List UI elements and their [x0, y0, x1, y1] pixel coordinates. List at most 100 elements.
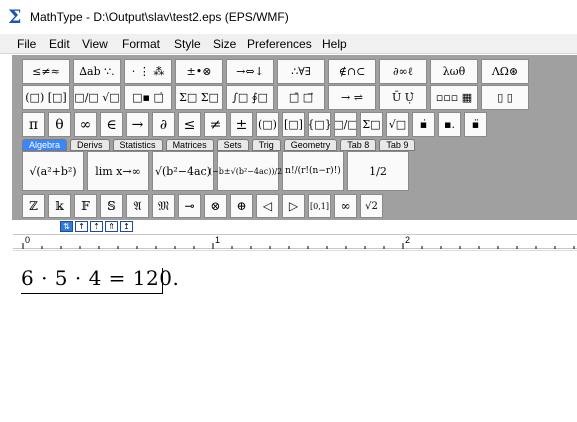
- greek-lowercase-palette[interactable]: λωθ: [430, 59, 478, 84]
- operator-symbols-palette[interactable]: ±•⊗: [175, 59, 223, 84]
- arrow-symbols-palette[interactable]: →⇔↓: [226, 59, 274, 84]
- fraktur-a-button[interactable]: 𝔄: [126, 194, 149, 218]
- menu-bar: File Edit View Format Style Size Prefere…: [0, 34, 577, 54]
- toolbar-row-1: ≤≠≈ ∆ab ∵. ⋅ ⋮ ⁂ ±•⊗ →⇔↓ ∴∀∃ ∉∩⊂ ∂∞ℓ λωθ…: [22, 59, 529, 84]
- misc-symbols-palette[interactable]: ∂∞ℓ: [379, 59, 427, 84]
- ruler-mark-0: 0: [25, 235, 31, 245]
- fraction-button[interactable]: □/□: [334, 112, 357, 137]
- right-arrow-button[interactable]: →: [126, 112, 149, 137]
- double-struck-k-button[interactable]: 𝕜: [48, 194, 71, 218]
- fraction-radical-palette[interactable]: □/□ √□: [73, 85, 121, 110]
- set-theory-palette[interactable]: ∉∩⊂: [328, 59, 376, 84]
- nudge-button-2[interactable]: ↑: [75, 221, 88, 232]
- tab-9[interactable]: Tab 9: [379, 139, 416, 151]
- products-set-theory-palette[interactable]: Ū Ụ̇: [379, 85, 427, 110]
- spaces-ellipses-palette[interactable]: ∆ab ∵.: [73, 59, 121, 84]
- double-struck-s-button[interactable]: 𝕊: [100, 194, 123, 218]
- insertion-caret: [162, 268, 163, 294]
- subscript-superscript-palette[interactable]: □▪ □̇: [124, 85, 172, 110]
- underbar-overbar-palette[interactable]: □̄ □⃗: [277, 85, 325, 110]
- parentheses-button[interactable]: (□): [256, 112, 279, 137]
- logical-symbols-palette[interactable]: ∴∀∃: [277, 59, 325, 84]
- tab-algebra[interactable]: Algebra: [22, 139, 68, 151]
- infinity-button[interactable]: ∞: [74, 112, 97, 137]
- palette-tabs: Algebra Derivs Statistics Matrices Sets …: [22, 139, 416, 151]
- menu-style[interactable]: Style: [174, 37, 201, 51]
- toolbar-row-3: π θ ∞ ∈ → ∂ ≤ ≠ ± (□) [□] {□} □/□ Σ□ √□ …: [22, 112, 487, 137]
- title-bar: Σ MathType - D:\Output\slav\test2.eps (E…: [0, 0, 577, 34]
- menu-format[interactable]: Format: [122, 37, 160, 51]
- toolbar-row-2: (□) [□] □/□ √□ □▪ □̇ Σ□ Σ□ ∫□ ∮□ □̄ □⃗ →…: [22, 85, 529, 110]
- fraktur-m-button[interactable]: 𝔐: [152, 194, 175, 218]
- ruler[interactable]: 0 1 2: [13, 234, 577, 249]
- selection-underline: [21, 293, 162, 294]
- left-triangle-button[interactable]: ◁: [256, 194, 279, 218]
- template-discriminant[interactable]: √(b²−4ac): [152, 151, 214, 191]
- double-struck-z-button[interactable]: ℤ: [22, 194, 45, 218]
- template-pythagoras[interactable]: √(a²+b²): [22, 151, 84, 191]
- summation-palette[interactable]: Σ□ Σ□: [175, 85, 223, 110]
- right-triangle-button[interactable]: ▷: [282, 194, 305, 218]
- relational-symbols-palette[interactable]: ≤≠≈: [22, 59, 70, 84]
- theta-button[interactable]: θ: [48, 112, 71, 137]
- tab-derivs[interactable]: Derivs: [70, 139, 110, 151]
- menu-preferences[interactable]: Preferences: [247, 37, 312, 51]
- sub-superscript-button[interactable]: ▪̈: [464, 112, 487, 137]
- menu-size[interactable]: Size: [213, 37, 236, 51]
- fence-templates-palette[interactable]: (□) [□]: [22, 85, 70, 110]
- template-limit[interactable]: lim x→∞: [87, 151, 149, 191]
- double-struck-f-button[interactable]: 𝔽: [74, 194, 97, 218]
- labeled-arrow-palette[interactable]: → ⇌: [328, 85, 376, 110]
- circled-times-button[interactable]: ⊗: [204, 194, 227, 218]
- ruler-ticks: [22, 243, 575, 249]
- subscript-button[interactable]: ▪.: [438, 112, 461, 137]
- multimap-button[interactable]: ⊸: [178, 194, 201, 218]
- nudge-button-4[interactable]: ⇑: [105, 221, 118, 232]
- equation-text[interactable]: 6 · 5 · 4 = 120.: [21, 266, 179, 290]
- tab-8[interactable]: Tab 8: [340, 139, 377, 151]
- tab-statistics[interactable]: Statistics: [112, 139, 163, 151]
- not-equal-button[interactable]: ≠: [204, 112, 227, 137]
- matrix-templates-palette[interactable]: ▫▫▫ ▦: [430, 85, 478, 110]
- less-equal-button[interactable]: ≤: [178, 112, 201, 137]
- sum-button[interactable]: Σ□: [360, 112, 383, 137]
- menu-edit[interactable]: Edit: [49, 37, 70, 51]
- interval-button[interactable]: [0,1]: [308, 194, 331, 218]
- template-quadratic-formula[interactable]: (−b±√(b²−4ac))/2a: [209, 151, 287, 191]
- nudge-button-3[interactable]: ⇡: [90, 221, 103, 232]
- menu-view[interactable]: View: [82, 37, 108, 51]
- window-title: MathType - D:\Output\slav\test2.eps (EPS…: [30, 10, 289, 24]
- infinity-small-button[interactable]: ∞: [334, 194, 357, 218]
- tab-geometry[interactable]: Geometry: [283, 139, 338, 151]
- tab-trig[interactable]: Trig: [251, 139, 281, 151]
- algebra-templates: √(a²+b²) lim x→∞ √(b²−4ac) (−b±√(b²−4ac)…: [22, 151, 409, 191]
- tab-sets[interactable]: Sets: [216, 139, 249, 151]
- box-templates-palette[interactable]: ▯ ▯: [481, 85, 529, 110]
- circled-plus-button[interactable]: ⊕: [230, 194, 253, 218]
- plus-minus-button[interactable]: ±: [230, 112, 253, 137]
- superscript-button[interactable]: ▪̇: [412, 112, 435, 137]
- pi-button[interactable]: π: [22, 112, 45, 137]
- nudge-button-1[interactable]: ⇅: [60, 221, 73, 232]
- template-binomial[interactable]: n!/(r!(n−r)!): [282, 151, 344, 191]
- symbol-toolbar: ≤≠≈ ∆ab ∵. ⋅ ⋮ ⁂ ±•⊗ →⇔↓ ∴∀∃ ∉∩⊂ ∂∞ℓ λωθ…: [12, 55, 577, 220]
- brackets-button[interactable]: [□]: [282, 112, 305, 137]
- ruler-mark-1: 1: [215, 235, 221, 245]
- menu-help[interactable]: Help: [322, 37, 347, 51]
- sqrt-button[interactable]: √□: [386, 112, 409, 137]
- small-symbols-bar: ℤ 𝕜 𝔽 𝕊 𝔄 𝔐 ⊸ ⊗ ⊕ ◁ ▷ [0,1] ∞ √2: [22, 194, 383, 218]
- braces-button[interactable]: {□}: [308, 112, 331, 137]
- menu-file[interactable]: File: [17, 37, 36, 51]
- ruler-mark-2: 2: [405, 235, 411, 245]
- embellishments-palette[interactable]: ⋅ ⋮ ⁂: [124, 59, 172, 84]
- element-of-button[interactable]: ∈: [100, 112, 123, 137]
- template-one-half[interactable]: 1/2: [347, 151, 409, 191]
- greek-uppercase-palette[interactable]: ΛΩ⊛: [481, 59, 529, 84]
- sqrt-two-button[interactable]: √2: [360, 194, 383, 218]
- tab-matrices[interactable]: Matrices: [165, 139, 214, 151]
- integral-palette[interactable]: ∫□ ∮□: [226, 85, 274, 110]
- partial-button[interactable]: ∂: [152, 112, 175, 137]
- nudge-buttons: ⇅ ↑ ⇡ ⇑ ↥: [60, 221, 133, 232]
- mathtype-sigma-icon: Σ: [8, 6, 22, 28]
- nudge-button-5[interactable]: ↥: [120, 221, 133, 232]
